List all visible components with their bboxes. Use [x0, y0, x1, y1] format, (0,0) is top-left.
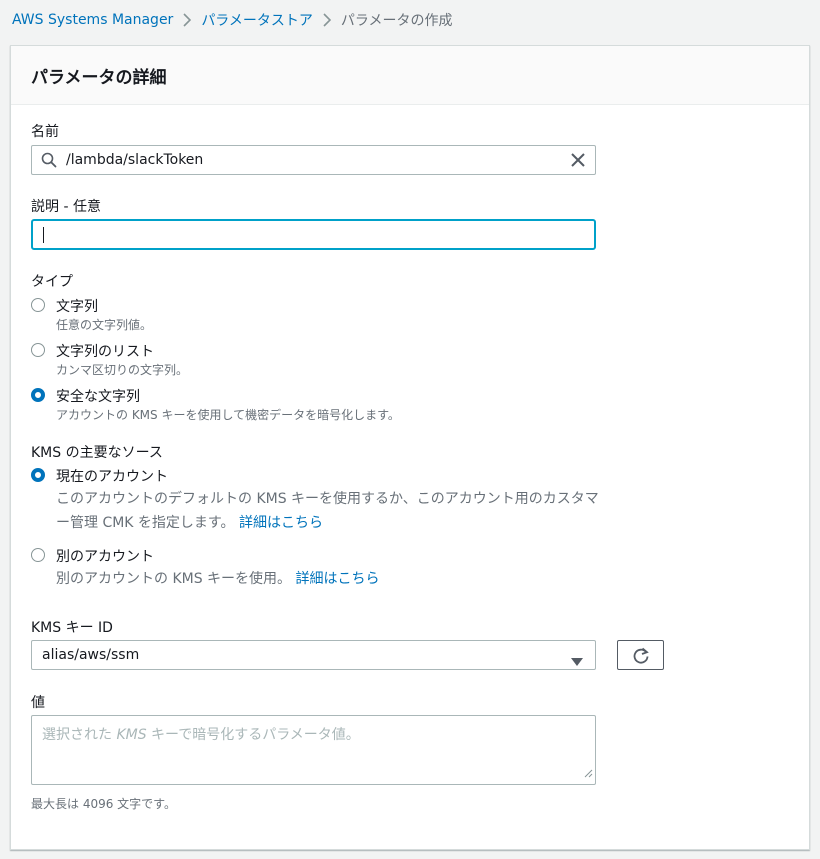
refresh-button[interactable] — [617, 640, 664, 670]
type-option-label[interactable]: 文字列 — [56, 296, 98, 316]
close-icon[interactable] — [570, 152, 586, 172]
kms-option-description-text: ー管理 CMK を指定します。 — [56, 515, 235, 531]
kms-option-label[interactable]: 現在のアカウント — [56, 466, 168, 486]
kms-key-label: KMS キー ID — [31, 620, 113, 636]
kms-radio-current-account[interactable] — [31, 468, 45, 482]
type-option-description: アカウントの KMS キーを使用して機密データを暗号化します。 — [56, 408, 400, 422]
refresh-icon — [633, 647, 649, 664]
kms-source-label: KMS の主要なソース — [31, 445, 163, 461]
description-input[interactable] — [31, 219, 596, 250]
panel-header: パラメータの詳細 — [11, 46, 809, 105]
resize-grip-icon[interactable] — [584, 763, 593, 782]
learn-more-link[interactable]: 詳細はこちら — [296, 571, 380, 587]
type-option-description: カンマ区切りの文字列。 — [56, 363, 189, 377]
kms-option-description-text: 別のアカウントの KMS キーを使用。 — [56, 571, 292, 587]
kms-option-description: このアカウントのデフォルトの KMS キーを使用するか、このアカウント用のカスタ… — [56, 487, 616, 535]
type-radio-secure-string[interactable] — [31, 388, 45, 402]
breadcrumb-current: パラメータの作成 — [340, 13, 453, 29]
breadcrumb-parameter-store[interactable]: パラメータストア — [201, 10, 313, 30]
placeholder-text: 選択された — [42, 727, 117, 743]
kms-key-select-value: alias/aws/ssm — [42, 647, 140, 663]
value-label: 値 — [31, 695, 45, 711]
type-radio-string[interactable] — [31, 298, 45, 312]
type-label: タイプ — [31, 274, 73, 290]
caret-down-icon — [571, 651, 583, 670]
kms-radio-other-account[interactable] — [31, 548, 45, 562]
kms-option-description-line: このアカウントのデフォルトの KMS キーを使用するか、このアカウント用のカスタ… — [56, 491, 599, 507]
value-placeholder: 選択された KMS キーで暗号化するパラメータ値。 — [42, 724, 360, 744]
parameter-details-panel: パラメータの詳細 名前 /lambda/slackToken 説明 - 任意 タ… — [10, 45, 810, 850]
type-option-label[interactable]: 安全な文字列 — [56, 386, 140, 406]
breadcrumb-systems-manager[interactable]: AWS Systems Manager — [12, 12, 173, 28]
learn-more-link[interactable]: 詳細はこちら — [239, 515, 323, 531]
kms-option-label[interactable]: 別のアカウント — [56, 546, 154, 566]
kms-key-select[interactable]: alias/aws/ssm — [31, 640, 596, 670]
type-radio-string-list[interactable] — [31, 343, 45, 357]
search-icon — [41, 152, 57, 172]
type-option-label[interactable]: 文字列のリスト — [56, 341, 154, 361]
kms-option-description-line: ー管理 CMK を指定します。 詳細はこちら — [56, 511, 616, 535]
value-constraint-text: 最大長は 4096 文字です。 — [31, 797, 176, 811]
text-cursor — [43, 227, 44, 243]
name-input-value: /lambda/slackToken — [66, 152, 204, 168]
placeholder-emphasis: KMS — [116, 727, 147, 743]
placeholder-text: キーで暗号化するパラメータ値。 — [146, 727, 360, 743]
chevron-right-icon — [173, 12, 201, 28]
chevron-right-icon — [313, 12, 341, 28]
value-textarea[interactable]: 選択された KMS キーで暗号化するパラメータ値。 — [31, 715, 596, 785]
breadcrumb: AWS Systems Manager パラメータストア パラメータの作成 — [12, 0, 453, 40]
kms-option-description: 別のアカウントの KMS キーを使用。 詳細はこちら — [56, 567, 380, 591]
panel-title: パラメータの詳細 — [31, 67, 167, 88]
type-option-description: 任意の文字列値。 — [56, 318, 153, 332]
name-input[interactable]: /lambda/slackToken — [31, 145, 596, 175]
description-label: 説明 - 任意 — [31, 199, 101, 215]
name-label: 名前 — [31, 124, 59, 140]
